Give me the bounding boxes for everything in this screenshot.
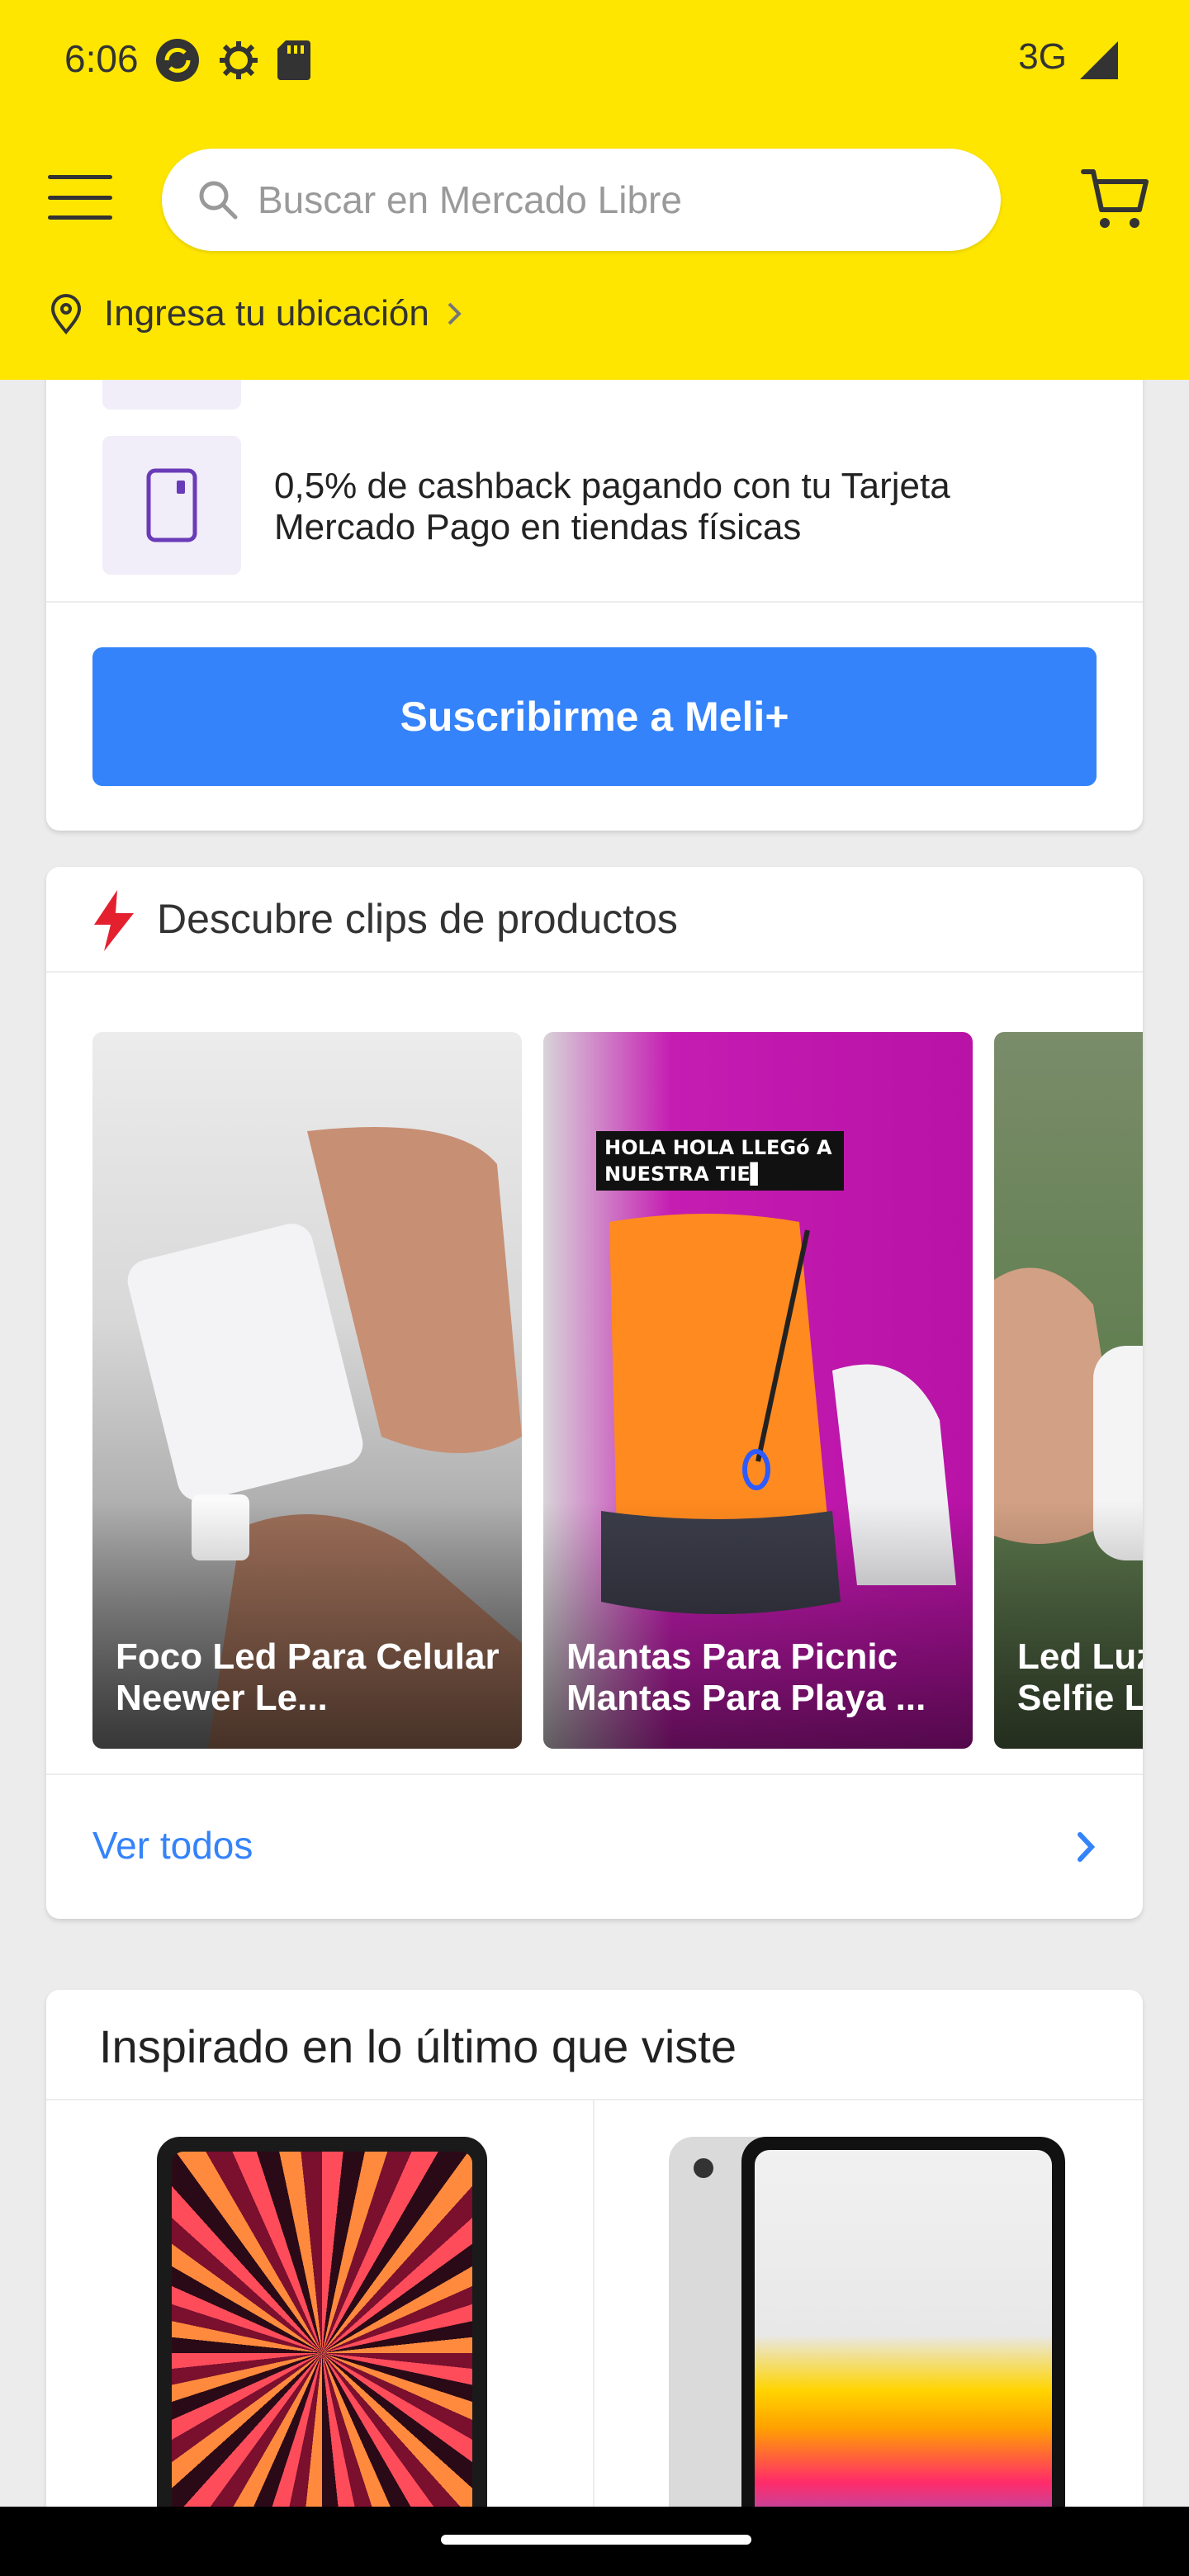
- clip-caption: Foco Led Para Celular Neewer Le...: [116, 1636, 500, 1718]
- settings-icon: [220, 41, 258, 79]
- lightning-icon: [94, 890, 134, 951]
- inspired-card: Inspirado en lo último que viste: [46, 1990, 1143, 2576]
- network-label: 3G: [1018, 36, 1067, 77]
- sync-icon: [156, 39, 199, 82]
- status-bar: 6:06 3G: [0, 0, 1189, 124]
- chevron-right-icon: [448, 302, 462, 325]
- search-icon: [199, 181, 238, 220]
- camera-icon: [694, 2158, 713, 2178]
- search-input[interactable]: Buscar en Mercado Libre: [162, 149, 1001, 251]
- location-selector[interactable]: Ingresa tu ubicación: [48, 292, 464, 335]
- search-placeholder: Buscar en Mercado Libre: [258, 178, 682, 221]
- status-time: 6:06: [64, 37, 139, 80]
- clips-title: Descubre clips de productos: [157, 896, 678, 942]
- see-all-link[interactable]: Ver todos: [92, 1823, 253, 1868]
- sd-card-icon: [277, 40, 310, 80]
- status-icons: [155, 38, 310, 83]
- signal-icon: [1080, 41, 1118, 79]
- benefit-text: 0,5% de cashback pagando con tu Tarjeta …: [274, 466, 950, 547]
- location-text: Ingresa tu ubicación: [104, 293, 429, 334]
- inspired-title: Inspirado en lo último que viste: [99, 2020, 737, 2072]
- divider: [46, 1773, 1143, 1775]
- hamburger-menu-icon[interactable]: [48, 175, 112, 220]
- divider: [46, 2099, 1143, 2100]
- system-nav-bar: [0, 2507, 1189, 2576]
- clip-card[interactable]: HOLA HOLA LLEGó A NUESTRA TIE▌ Mantas Pa…: [543, 1032, 973, 1749]
- clip-card[interactable]: Foco Led Para Celular Neewer Le...: [92, 1032, 522, 1749]
- clip-card[interactable]: Led Luz D Selfie Luz: [994, 1032, 1143, 1749]
- clips-header: Descubre clips de productos: [46, 867, 1143, 973]
- clip-overlay-text: HOLA HOLA LLEGó A NUESTRA TIE▌: [596, 1131, 844, 1191]
- divider: [46, 601, 1143, 603]
- home-gesture-handle[interactable]: [441, 2535, 751, 2545]
- location-pin-icon: [50, 294, 82, 335]
- meli-plus-card: 0,5% de cashback pagando con tu Tarjeta …: [46, 314, 1143, 831]
- clip-caption: Mantas Para Picnic Mantas Para Playa ...: [566, 1636, 926, 1718]
- clip-caption: Led Luz D Selfie Luz: [1017, 1636, 1143, 1718]
- subscribe-button[interactable]: Suscribirme a Meli+: [92, 647, 1097, 786]
- cart-icon[interactable]: [1080, 165, 1151, 231]
- product-clips-card: Descubre clips de productos Foco Led Par…: [46, 867, 1143, 1919]
- card-icon: [102, 436, 241, 575]
- chevron-right-icon[interactable]: [1075, 1828, 1098, 1866]
- column-divider: [593, 2100, 594, 2576]
- app-header: 6:06 3G Buscar en Mercado Libre Ingresa …: [0, 0, 1189, 380]
